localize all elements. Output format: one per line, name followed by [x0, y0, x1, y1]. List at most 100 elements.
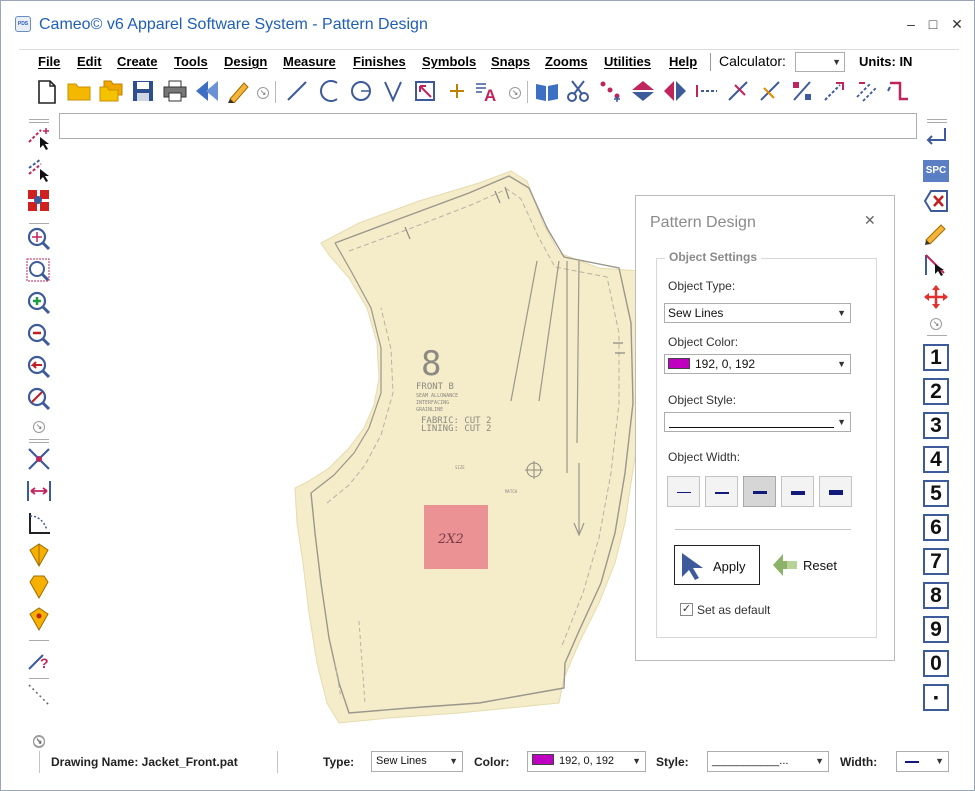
dotted-line-icon[interactable]	[25, 682, 53, 710]
number-button-8[interactable]: 8	[923, 582, 949, 609]
width-option-3[interactable]	[743, 476, 776, 507]
apply-button[interactable]: Apply	[674, 545, 760, 585]
flip-vertical-icon[interactable]	[629, 79, 657, 107]
width-option-4[interactable]	[781, 476, 814, 507]
menu-file[interactable]: File	[38, 54, 60, 69]
menu-measure[interactable]: Measure	[283, 54, 336, 69]
pencil-edit-icon[interactable]	[922, 220, 950, 248]
minimize-button[interactable]: –	[901, 14, 921, 34]
calculator-select[interactable]: ▼	[795, 52, 845, 72]
status-type-select[interactable]: Sew Lines ▼	[371, 751, 463, 772]
dialog-close-button[interactable]: ✕	[864, 212, 876, 229]
parallel-line-icon[interactable]	[853, 79, 881, 107]
zoom-reset-icon[interactable]	[25, 386, 53, 414]
zoom-out-icon[interactable]	[25, 322, 53, 350]
print-icon[interactable]	[161, 79, 189, 107]
number-button-0[interactable]: 0	[923, 650, 949, 677]
menu-help[interactable]: Help	[669, 54, 697, 69]
select-line-icon[interactable]	[922, 252, 950, 280]
extend-line-icon[interactable]	[821, 79, 849, 107]
number-button-1[interactable]: 1	[923, 344, 949, 371]
select-piece-icon[interactable]	[25, 188, 53, 216]
number-button-2[interactable]: 2	[923, 378, 949, 405]
number-button-3[interactable]: 3	[923, 412, 949, 439]
save-icon[interactable]	[129, 79, 157, 107]
open-folder-icon[interactable]	[65, 79, 93, 107]
statusbar-expand-icon[interactable]: ↘	[33, 735, 45, 747]
width-option-5[interactable]	[819, 476, 852, 507]
status-color-select[interactable]: 192, 0, 192 ▼	[527, 751, 646, 772]
delete-object-icon[interactable]	[922, 188, 950, 216]
width-option-1[interactable]	[667, 476, 700, 507]
select-object-icon[interactable]	[25, 156, 53, 184]
drill-hole-icon[interactable]	[25, 606, 53, 634]
points-icon[interactable]	[597, 79, 625, 107]
point-tool-icon[interactable]	[443, 79, 471, 107]
move-icon[interactable]	[922, 284, 950, 312]
curve-angle-icon[interactable]	[25, 510, 53, 538]
book-icon[interactable]	[533, 79, 561, 107]
menu-snaps[interactable]: Snaps	[491, 54, 530, 69]
back-arrow-icon[interactable]	[193, 79, 221, 107]
measure-distance-icon[interactable]	[25, 478, 53, 506]
object-color-select[interactable]: 192, 0, 192 ▼	[664, 354, 851, 374]
split-line-icon[interactable]	[757, 79, 785, 107]
decimal-point-button[interactable]: ▪	[923, 684, 949, 711]
dart-tool-icon[interactable]	[379, 79, 407, 107]
zoom-window-icon[interactable]	[25, 258, 53, 286]
spc-button[interactable]: SPC	[923, 160, 949, 182]
zoom-in-icon[interactable]	[25, 290, 53, 318]
set-default-checkbox[interactable]: ✓	[680, 603, 693, 616]
menu-edit[interactable]: Edit	[77, 54, 102, 69]
flip-horizontal-icon[interactable]	[661, 79, 689, 107]
dash-line-icon[interactable]	[693, 79, 721, 107]
return-arrow-icon[interactable]	[922, 124, 950, 152]
scissors-icon[interactable]	[565, 79, 593, 107]
menu-create[interactable]: Create	[117, 54, 157, 69]
number-button-7[interactable]: 7	[923, 548, 949, 575]
menu-utilities[interactable]: Utilities	[604, 54, 651, 69]
width-option-2[interactable]	[705, 476, 738, 507]
intersect-lines-icon[interactable]	[25, 446, 53, 474]
menu-design[interactable]: Design	[224, 54, 267, 69]
number-button-9[interactable]: 9	[923, 616, 949, 643]
menu-finishes[interactable]: Finishes	[353, 54, 406, 69]
status-width-select[interactable]: ▼	[896, 751, 949, 772]
rectangle-tool-icon[interactable]	[411, 79, 439, 107]
select-segment-icon[interactable]	[25, 124, 53, 152]
solid-line-style-icon	[669, 427, 834, 428]
notch-tool-icon[interactable]	[25, 542, 53, 570]
percent-icon[interactable]	[789, 79, 817, 107]
corner-icon[interactable]	[885, 79, 913, 107]
circle-tool-icon[interactable]	[347, 79, 375, 107]
toolbar-expand-icon[interactable]: ↘	[509, 87, 521, 99]
status-style-select[interactable]: ___________... ▼	[707, 751, 829, 772]
object-style-select[interactable]: ▼	[664, 412, 851, 432]
command-input[interactable]	[59, 113, 917, 139]
zoom-previous-icon[interactable]	[25, 354, 53, 382]
toolbar-expand-icon[interactable]: ↘	[33, 421, 45, 433]
number-button-6[interactable]: 6	[923, 514, 949, 541]
line-tool-icon[interactable]	[283, 79, 311, 107]
text-tool-icon[interactable]: A	[473, 79, 501, 107]
close-button[interactable]: ✕	[947, 14, 967, 34]
menu-symbols[interactable]: Symbols	[422, 54, 476, 69]
maximize-button[interactable]: □	[923, 14, 943, 34]
number-button-4[interactable]: 4	[923, 446, 949, 473]
open-multiple-icon[interactable]	[97, 79, 125, 107]
object-type-select[interactable]: Sew Lines ▼	[664, 303, 851, 323]
reset-button[interactable]: Reset	[769, 545, 855, 585]
toolbar-expand-icon[interactable]: ↘	[930, 318, 942, 330]
menu-tools[interactable]: Tools	[174, 54, 208, 69]
zoom-extents-icon[interactable]	[25, 226, 53, 254]
query-line-icon[interactable]: ?	[25, 646, 53, 674]
pencil-icon[interactable]	[225, 79, 253, 107]
notch-shape-icon[interactable]	[25, 574, 53, 602]
intersect-icon[interactable]	[725, 79, 753, 107]
new-file-icon[interactable]	[33, 79, 61, 107]
number-button-5[interactable]: 5	[923, 480, 949, 507]
arc-tool-icon[interactable]	[315, 79, 343, 107]
menu-zooms[interactable]: Zooms	[545, 54, 588, 69]
units-indicator: Units: IN	[859, 54, 913, 69]
toolbar-expand-icon[interactable]: ↘	[257, 87, 269, 99]
